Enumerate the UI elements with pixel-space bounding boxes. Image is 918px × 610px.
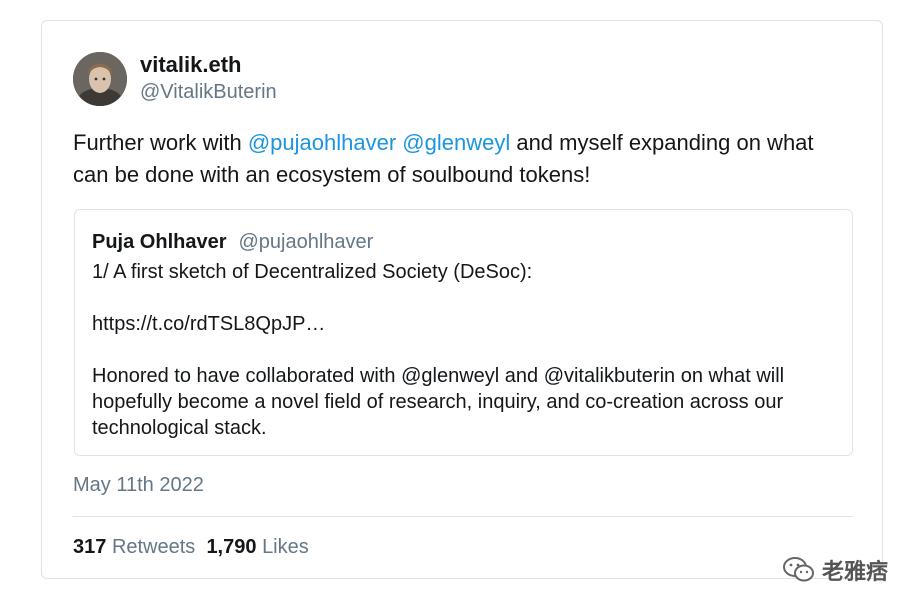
retweets-stat[interactable]: 317 Retweets [73, 536, 195, 558]
quoted-link: https://t.co/rdTSL8QpJP… [92, 313, 326, 335]
watermark-text: 老雅痞 [822, 560, 889, 585]
quoted-author-handle: @pujaohlhaver [238, 231, 374, 253]
mention-glenweyl[interactable]: @glenweyl [402, 130, 510, 155]
quoted-tweet-body: 1/ A first sketch of Decentralized Socie… [92, 259, 842, 441]
quoted-line-1: 1/ A first sketch of Decentralized Socie… [92, 261, 533, 283]
tweet-text: Further work with @pujaohlhaver @glenwey… [73, 127, 853, 191]
tweet-text-start: Further work with [73, 130, 248, 155]
retweets-count: 317 [73, 536, 107, 558]
divider [73, 516, 853, 517]
likes-stat[interactable]: 1,790 Likes [206, 536, 308, 558]
retweets-label: Retweets [111, 536, 196, 558]
quoted-tweet[interactable]: Puja Ohlhaver @pujaohlhaver 1/ A first sk… [74, 209, 853, 456]
author-name[interactable]: vitalik.eth [140, 52, 241, 78]
tweet-card: vitalik.eth @VitalikButerin Further work… [41, 20, 883, 579]
likes-count: 1,790 [206, 536, 257, 558]
tweet-stats: 317 Retweets 1,790 Likes [73, 536, 309, 559]
author-handle[interactable]: @VitalikButerin [140, 81, 277, 104]
wechat-icon [783, 557, 814, 582]
watermark: 老雅痞 [782, 556, 889, 585]
quoted-tweet-header: Puja Ohlhaver @pujaohlhaver [92, 231, 373, 254]
avatar-image [73, 52, 127, 106]
tweet-date[interactable]: May 11th 2022 [73, 474, 204, 497]
mention-pujaohlhaver[interactable]: @pujaohlhaver [248, 130, 396, 155]
quoted-author-name: Puja Ohlhaver [92, 231, 227, 253]
likes-label: Likes [262, 536, 309, 558]
quoted-paragraph: Honored to have collaborated with @glenw… [92, 365, 785, 439]
avatar[interactable] [73, 52, 127, 106]
